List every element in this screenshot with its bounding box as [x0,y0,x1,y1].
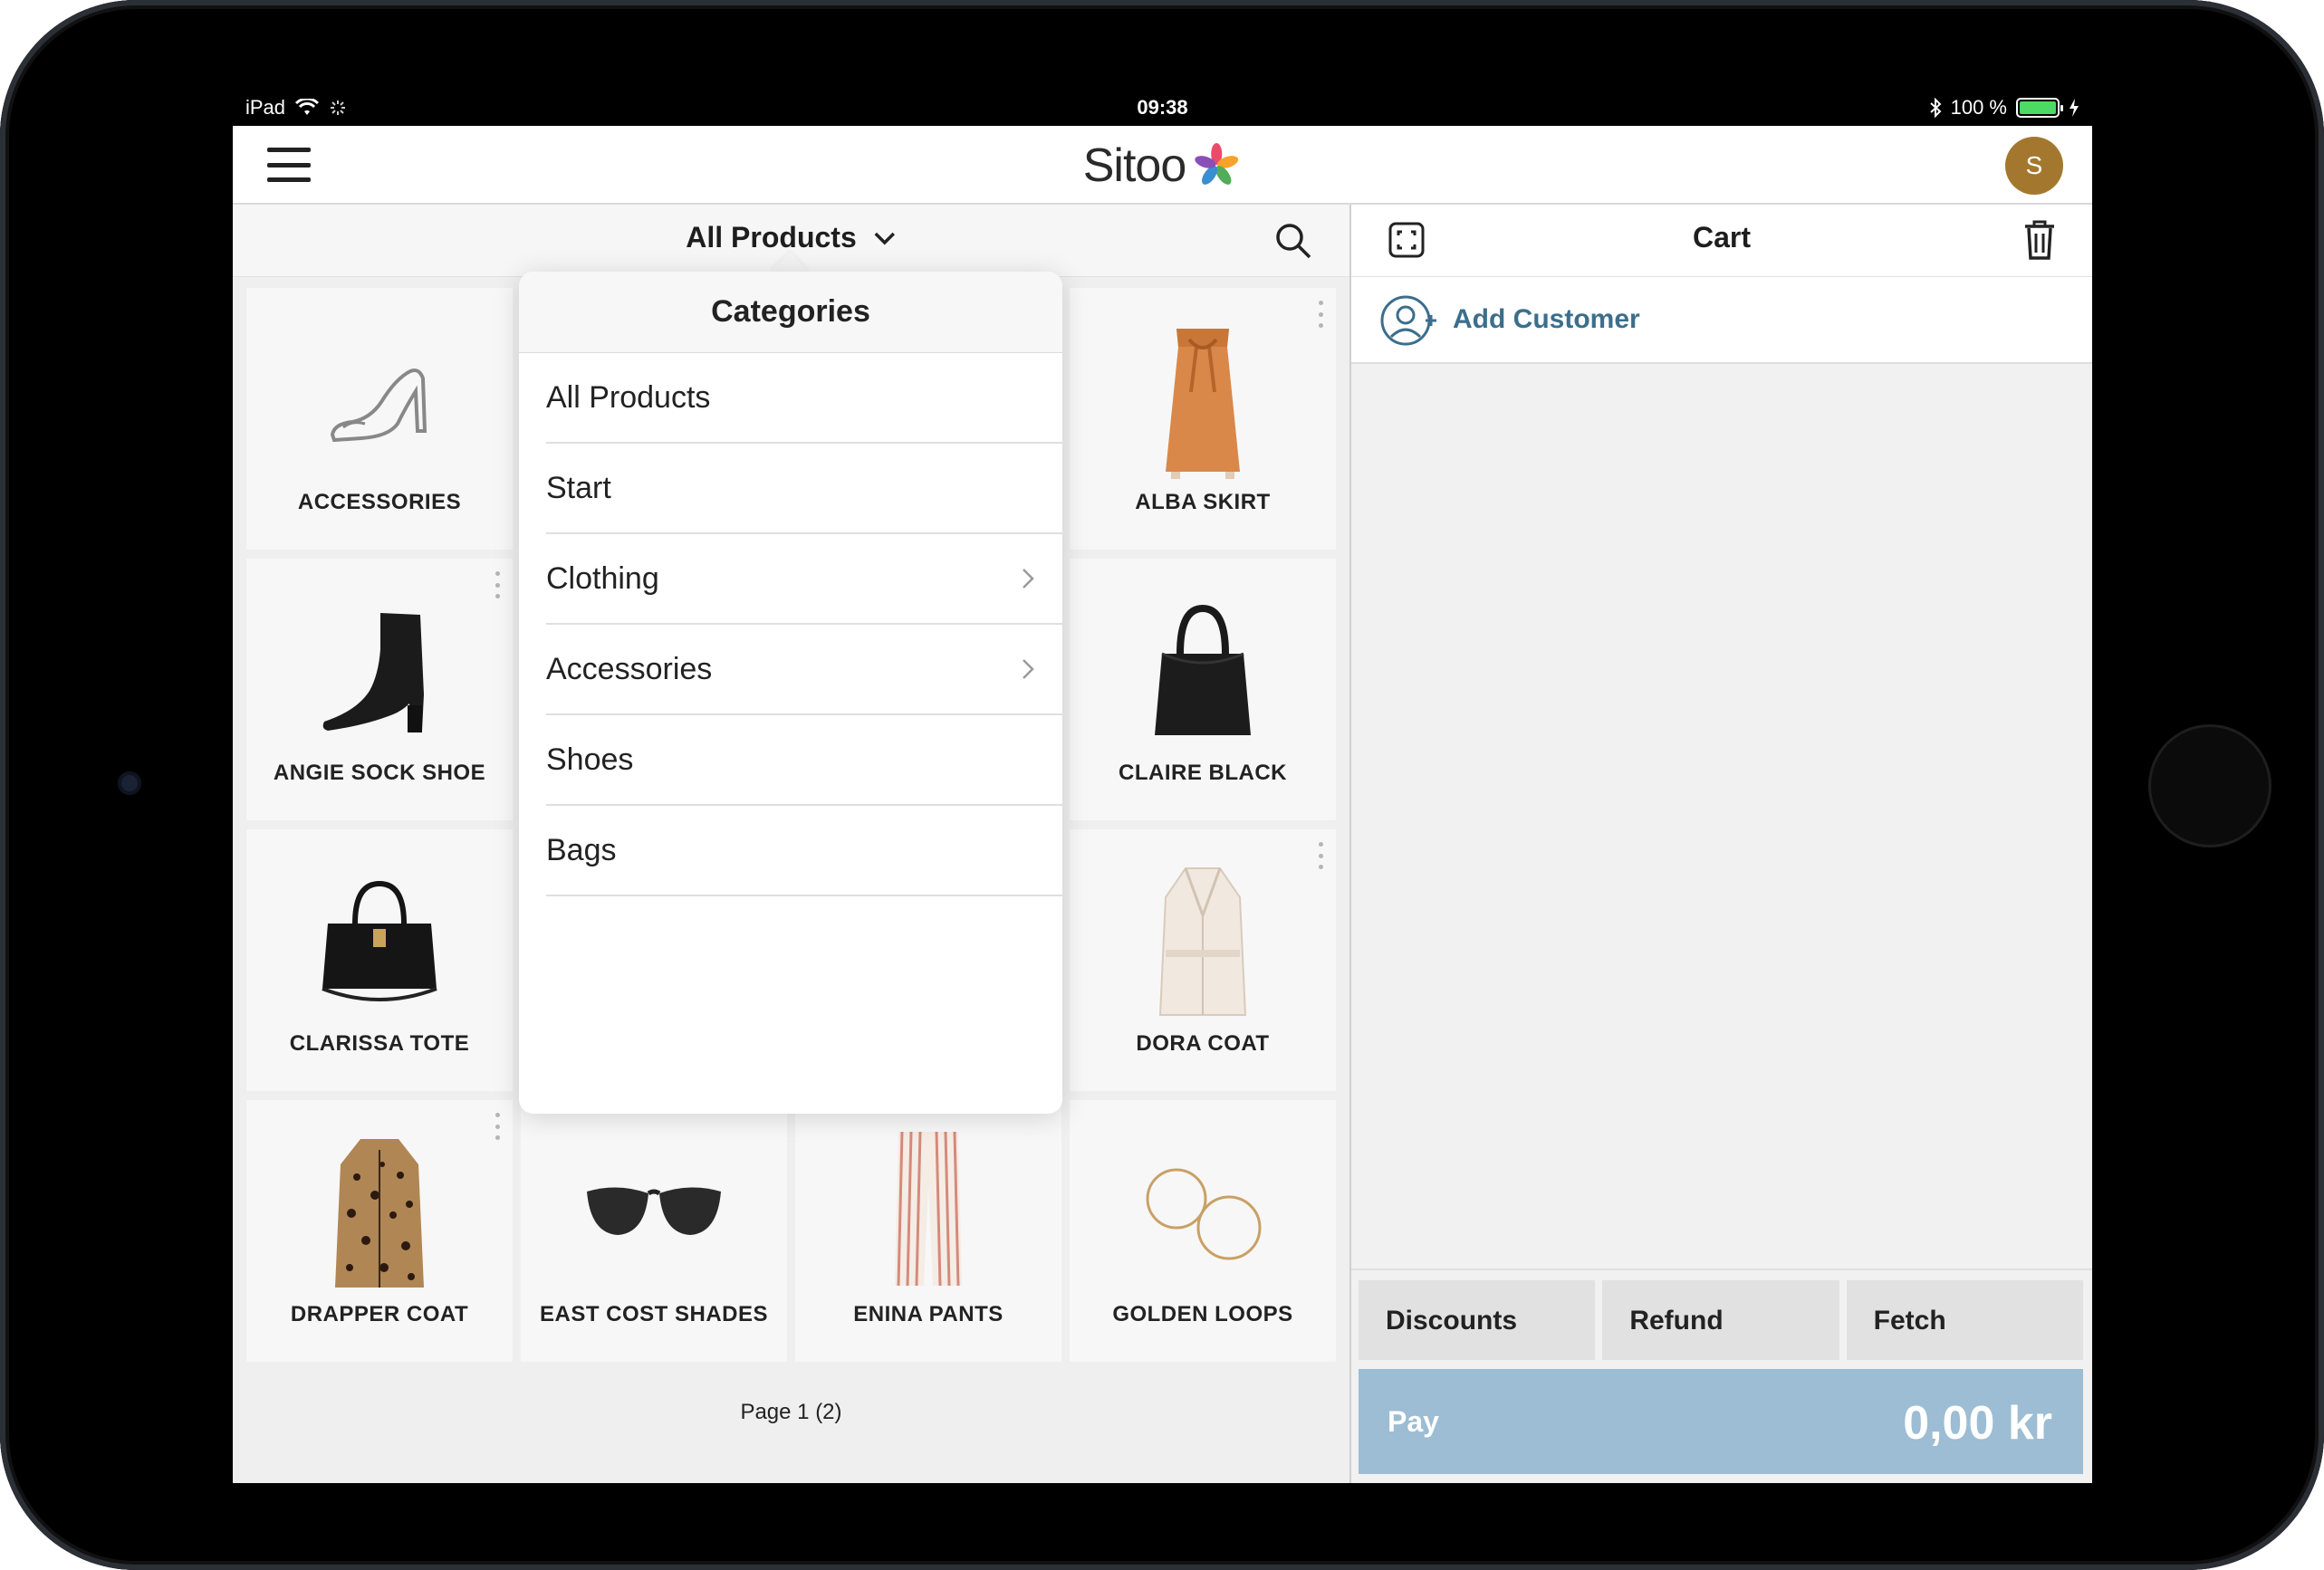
chevron-right-icon [1023,569,1034,589]
tile-label: ALBA SKIRT [1135,490,1271,514]
sunglasses-image [587,1187,721,1235]
category-item-shoes[interactable]: Shoes [546,715,1062,806]
clock: 09:38 [1137,96,1188,119]
category-item-clothing[interactable]: Clothing [546,534,1062,625]
product-tile-accessories[interactable]: ACCESSORIES [246,288,513,550]
fetch-button[interactable]: Fetch [1846,1280,2083,1360]
add-user-icon [1380,295,1436,346]
flower-icon [1195,143,1239,185]
chevron-right-icon [1023,659,1034,679]
trash-icon[interactable] [2021,219,2058,261]
tile-label: ENINA PANTS [853,1302,1004,1326]
battery-icon [2016,98,2063,118]
tile-label: ACCESSORIES [297,490,462,514]
product-tile-drapper-coat[interactable]: DRAPPER COAT [246,1100,513,1362]
heel-shoe-outline-icon [330,369,427,443]
total-amount: 0,00 kr [1903,1397,2052,1450]
bluetooth-icon [1929,98,1942,118]
product-tile-alba-skirt[interactable]: ALBA SKIRT [1070,288,1336,550]
product-tile-clarissa-tote[interactable]: CLARISSA TOTE [246,829,513,1091]
product-tile-claire-black[interactable]: CLAIRE BLACK [1070,559,1336,820]
category-item-start[interactable]: Start [546,444,1062,534]
cart-title: Cart [1692,221,1751,254]
user-avatar[interactable]: S [2005,137,2063,195]
product-tile-dora-coat[interactable]: DORA COAT [1070,829,1336,1091]
category-selector-label: All Products [686,221,857,254]
tile-label: ANGIE SOCK SHOE [273,761,486,785]
dropdown-title: Categories [519,272,1062,353]
tile-label: DORA COAT [1136,1031,1270,1056]
status-bar: iPad 09:38 100 % [233,88,2092,126]
app-header: Sitoo S [233,126,2092,205]
add-customer-label: Add Customer [1453,304,1640,334]
charging-icon [2070,99,2079,117]
tote-bag-image [322,880,437,1001]
cart-panel: Cart Add Customer Discounts Refund Fetch… [1349,205,2092,1483]
pay-label: Pay [1388,1405,1439,1438]
categories-dropdown: Categories All Products Start Clothing A… [519,272,1062,1114]
refund-button[interactable]: Refund [1602,1280,1839,1360]
ipad-frame: iPad 09:38 100 % Sitoo S All Products AC… [0,0,2324,1570]
tile-label: EAST COST SHADES [539,1302,769,1326]
category-item-bags[interactable]: Bags [546,806,1062,896]
screen: iPad 09:38 100 % Sitoo S All Products AC… [233,88,2092,1483]
boot-image [322,613,424,732]
pay-button[interactable]: Pay 0,00 kr [1359,1369,2083,1474]
category-selector[interactable]: All Products [686,221,896,254]
category-item-accessories[interactable]: Accessories [546,625,1062,715]
black-bag-image [1155,604,1251,735]
cart-header: Cart [1351,205,2092,277]
skirt-image [1166,329,1240,479]
sitoo-logo: Sitoo [1083,139,1243,193]
cart-actions: Discounts Refund Fetch [1359,1280,2083,1360]
tile-label: DRAPPER COAT [290,1302,469,1326]
tile-label: CLAIRE BLACK [1119,761,1287,785]
product-tile-east-cost-shades[interactable]: EAST COST SHADES [521,1100,787,1362]
hoop-earrings-image [1146,1168,1262,1260]
product-tile-golden-loops[interactable]: GOLDEN LOOPS [1070,1100,1336,1362]
add-customer-button[interactable]: Add Customer [1351,277,2092,364]
logo-text: Sitoo [1082,139,1187,192]
search-icon[interactable] [1273,221,1313,261]
home-button[interactable] [2151,727,2269,845]
battery-percent: 100 % [1950,96,2007,119]
tile-label: CLARISSA TOTE [289,1031,470,1056]
page-indicator: Page 1 (2) [740,1400,842,1424]
striped-pants-image [895,1132,962,1287]
menu-button[interactable] [267,148,311,182]
discounts-button[interactable]: Discounts [1359,1280,1596,1360]
product-tile-enina-pants[interactable]: ENINA PANTS [795,1100,1061,1362]
chevron-down-icon [874,232,895,244]
leopard-coat-image [335,1139,424,1288]
tile-label: GOLDEN LOOPS [1112,1302,1293,1326]
product-tile-angie-sock-shoe[interactable]: ANGIE SOCK SHOE [246,559,513,820]
divider [1351,1268,2092,1270]
white-coat-image [1158,867,1247,1016]
camera-dot [118,771,141,795]
category-item-all-products[interactable]: All Products [546,353,1062,444]
